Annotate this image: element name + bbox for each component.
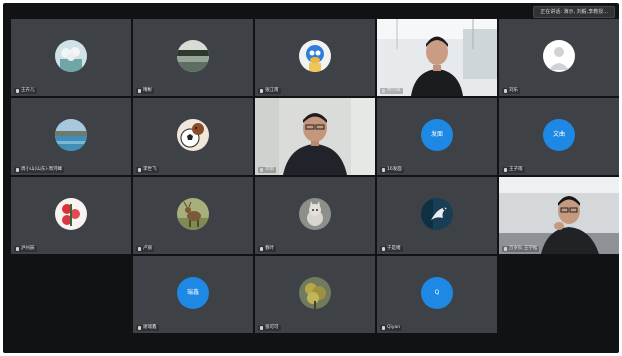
participant-name-label: 周小山(山东)-周河峰	[14, 167, 65, 173]
default-person-avatar-icon	[543, 39, 575, 72]
mic-icon	[382, 89, 385, 93]
participant-name-label: 张可可	[258, 325, 281, 331]
participant-tile-video[interactable]: 李刚	[255, 98, 375, 175]
participant-name-label: 李世飞	[136, 167, 159, 173]
mic-icon	[260, 326, 263, 330]
live-video-feed	[255, 98, 375, 175]
mic-icon	[260, 89, 263, 93]
photo-avatar-cat-icon	[299, 197, 331, 230]
participant-name-label: 晴彬	[136, 88, 154, 94]
participant-tile[interactable]: Q Qiyan	[377, 256, 497, 333]
mic-icon	[260, 168, 263, 172]
initials-avatar: 文曲	[543, 118, 575, 151]
participant-tile[interactable]: 春叶	[255, 177, 375, 254]
participant-name-label: 春叶	[258, 246, 276, 252]
participant-tile[interactable]: 瑞鑫 谢瑞鑫	[133, 256, 253, 333]
participant-name-label: Qiyan	[380, 325, 403, 331]
photo-avatar-landscape-icon	[177, 39, 209, 72]
empty-slot	[11, 256, 131, 333]
initials-avatar: Q	[421, 276, 453, 309]
participant-name-label: 16发面	[380, 167, 404, 173]
participant-name-label: 卢丽	[136, 246, 154, 252]
mic-icon	[16, 247, 19, 251]
participant-name-label: 谢瑞鑫	[136, 325, 159, 331]
mic-icon	[382, 326, 385, 330]
participant-tile[interactable]: 李世飞	[133, 98, 253, 175]
photo-avatar-soccer-icon	[177, 118, 209, 151]
participant-tile[interactable]: 刘乐	[499, 19, 619, 96]
mic-icon	[138, 89, 141, 93]
photo-avatar-deer-icon	[177, 197, 209, 230]
active-speaker-indicator[interactable]: 正在讲话: 演示, 刘毅,李教授...	[533, 6, 615, 18]
mic-icon	[138, 247, 141, 251]
participant-tile[interactable]: 于是绪	[377, 177, 497, 254]
participant-tile[interactable]: 发面 16发面	[377, 98, 497, 175]
photo-avatar-bird-icon	[421, 197, 453, 230]
participant-tile[interactable]: 卢丽	[133, 177, 253, 254]
participant-tile[interactable]: 文曲 王子雨	[499, 98, 619, 175]
participant-name-label: 王卉儿	[14, 88, 37, 94]
initials-avatar: 瑞鑫	[177, 276, 209, 309]
photo-avatar-tree-icon	[299, 276, 331, 309]
live-video-feed	[377, 19, 497, 96]
mic-icon	[138, 168, 141, 172]
participant-name-label: 李刚	[258, 167, 276, 173]
participant-tile[interactable]: 王卉儿	[11, 19, 131, 96]
mic-icon	[504, 168, 507, 172]
photo-avatar-flowers-icon	[55, 197, 87, 230]
participant-name-label: 于是绪	[380, 246, 403, 252]
mic-icon	[16, 168, 19, 172]
mic-icon	[260, 247, 263, 251]
participant-name-label: 林学峰	[380, 88, 403, 94]
participant-name-label: 刘乐	[502, 88, 520, 94]
empty-slot	[499, 256, 619, 333]
top-bar: 正在讲话: 演示, 刘毅,李教授...	[3, 3, 619, 19]
live-video-feed	[499, 177, 619, 254]
mic-icon	[16, 89, 19, 93]
participant-tile[interactable]: 泸州辰	[11, 177, 131, 254]
participant-name-label: 万岁队 王学松	[502, 246, 540, 252]
participant-tile-video[interactable]: 万岁队 王学松	[499, 177, 619, 254]
meeting-window: 正在讲话: 演示, 刘毅,李教授... 王卉儿 晴彬 张江南 林学峰 刘乐 周小…	[3, 3, 619, 353]
initials-avatar: 发面	[421, 118, 453, 151]
participant-gallery: 王卉儿 晴彬 张江南 林学峰 刘乐 周小山(山东)-周河峰 李世飞 李刚 发面 …	[11, 19, 619, 333]
photo-avatar-group-icon	[55, 39, 87, 72]
photo-avatar-cartoon-icon	[299, 39, 331, 72]
participant-name-label: 张江南	[258, 88, 281, 94]
mic-icon	[504, 247, 507, 251]
participant-tile[interactable]: 张可可	[255, 256, 375, 333]
photo-avatar-lake-icon	[55, 118, 87, 151]
participant-tile-video[interactable]: 林学峰	[377, 19, 497, 96]
mic-icon	[504, 89, 507, 93]
participant-tile[interactable]: 张江南	[255, 19, 375, 96]
participant-name-label: 泸州辰	[14, 246, 37, 252]
participant-name-label: 王子雨	[502, 167, 525, 173]
mic-icon	[382, 247, 385, 251]
participant-tile[interactable]: 周小山(山东)-周河峰	[11, 98, 131, 175]
mic-icon	[138, 326, 141, 330]
mic-icon	[382, 168, 385, 172]
participant-tile[interactable]: 晴彬	[133, 19, 253, 96]
